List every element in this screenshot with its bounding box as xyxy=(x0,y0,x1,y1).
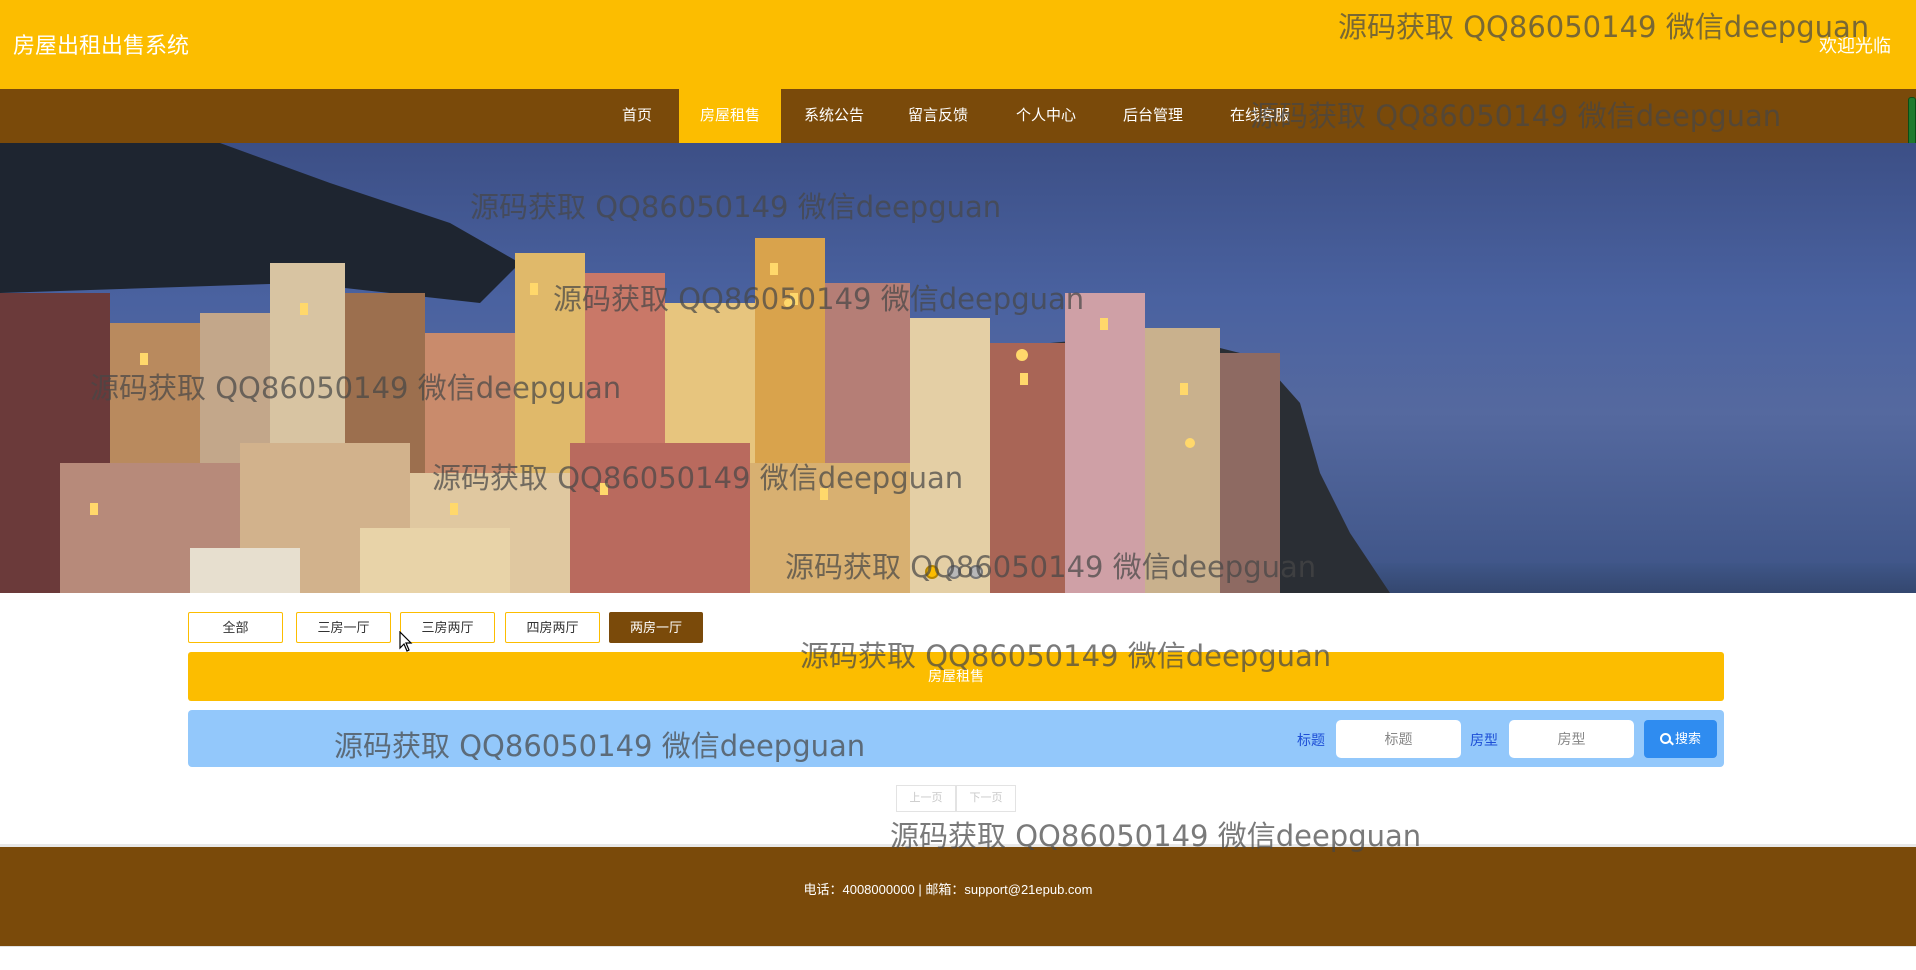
type-label: 房型 xyxy=(1470,732,1498,748)
nav-item-announcements[interactable]: 系统公告 xyxy=(796,89,872,143)
bottom-strip xyxy=(0,946,1916,970)
carousel-dot-2[interactable] xyxy=(947,565,961,579)
nav-item-home[interactable]: 首页 xyxy=(612,89,662,143)
filter-three-room-one-hall[interactable]: 三房一厅 xyxy=(296,612,391,643)
carousel-dot-1[interactable] xyxy=(925,565,939,579)
next-page-button[interactable]: 下一页 xyxy=(956,785,1016,812)
site-header: 房屋出租出售系统 欢迎光临 xyxy=(0,0,1916,89)
prev-page-button[interactable]: 上一页 xyxy=(896,785,956,812)
banner-image xyxy=(0,143,1916,593)
title-label: 标题 xyxy=(1297,732,1325,748)
welcome-text: 欢迎光临 xyxy=(1819,36,1891,56)
carousel-dot-3[interactable] xyxy=(969,565,983,579)
search-button-label: 搜索 xyxy=(1674,731,1701,746)
filter-two-room-one-hall[interactable]: 两房一厅 xyxy=(609,612,703,643)
app-title: 房屋出租出售系统 xyxy=(13,33,190,58)
filter-three-room-two-hall[interactable]: 三房两厅 xyxy=(400,612,495,643)
search-button[interactable]: 搜索 xyxy=(1644,720,1717,758)
type-search-input[interactable] xyxy=(1509,720,1634,758)
section-title-bar: 房屋租售 xyxy=(188,652,1724,701)
mouse-cursor-icon xyxy=(399,631,413,652)
filter-all[interactable]: 全部 xyxy=(188,612,283,643)
footer-contact: 电话：4008000000 | 邮箱：support@21epub.com xyxy=(803,882,1093,897)
nav-item-online-service[interactable]: 在线客服 xyxy=(1222,89,1298,143)
banner-carousel xyxy=(0,143,1916,593)
nav-item-personal-center[interactable]: 个人中心 xyxy=(1008,89,1084,143)
search-icon xyxy=(1659,733,1671,744)
search-bar: 标题 房型 搜索 xyxy=(188,710,1724,767)
nav-item-house-rent-sale[interactable]: 房屋租售 xyxy=(679,89,781,143)
title-search-input[interactable] xyxy=(1336,720,1461,758)
filter-four-room-two-hall[interactable]: 四房两厅 xyxy=(505,612,600,643)
nav-item-feedback[interactable]: 留言反馈 xyxy=(900,89,976,143)
site-footer: 电话：4008000000 | 邮箱：support@21epub.com xyxy=(0,844,1916,946)
main-nav: 首页 房屋租售 系统公告 留言反馈 个人中心 后台管理 在线客服 xyxy=(0,89,1916,143)
nav-item-admin[interactable]: 后台管理 xyxy=(1115,89,1191,143)
